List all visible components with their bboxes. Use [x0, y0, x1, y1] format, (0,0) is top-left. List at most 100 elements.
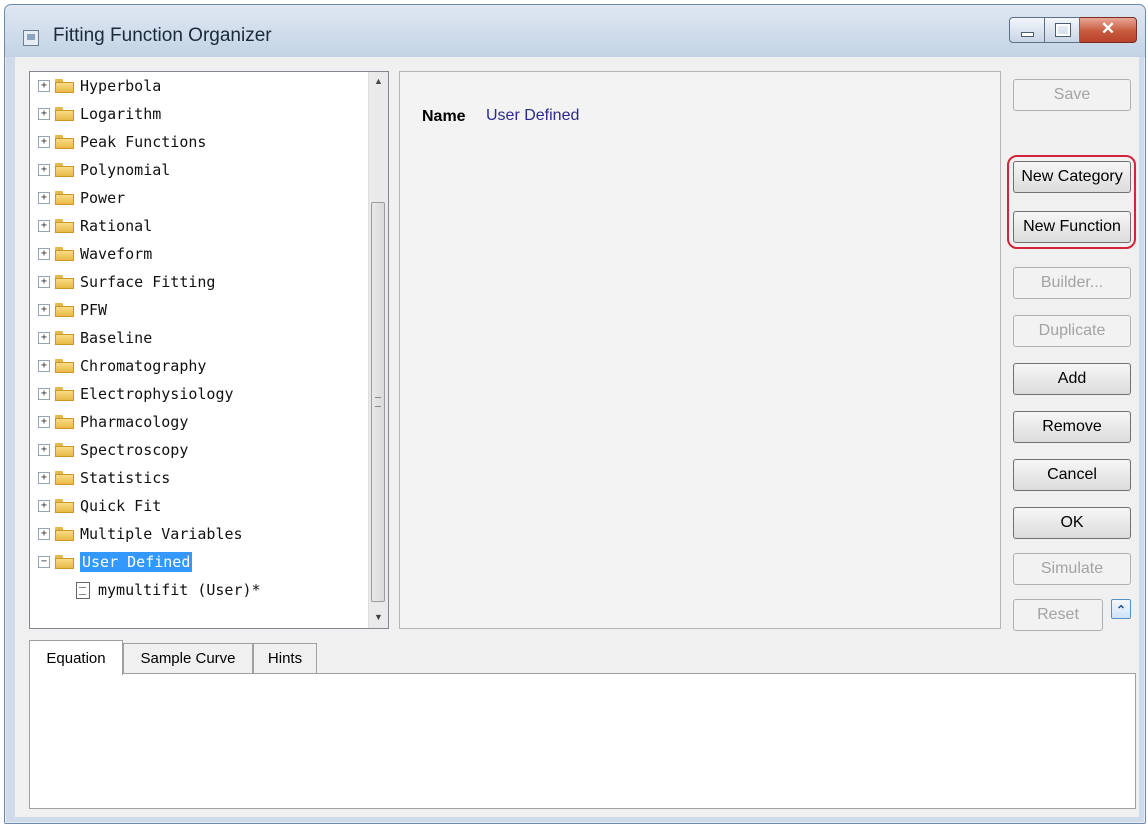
expand-icon[interactable]: + — [38, 528, 50, 540]
folder-icon — [55, 219, 74, 233]
add-button[interactable]: Add — [1013, 363, 1131, 395]
window-title: Fitting Function Organizer — [53, 25, 272, 46]
tree-item-chromatography[interactable]: + Chromatography — [38, 352, 206, 380]
expand-icon[interactable]: + — [38, 332, 50, 344]
folder-icon — [55, 359, 74, 373]
tree-item-peak-functions[interactable]: + Peak Functions — [38, 128, 206, 156]
expand-icon[interactable]: + — [38, 388, 50, 400]
folder-icon — [55, 303, 74, 317]
duplicate-button[interactable]: Duplicate — [1013, 315, 1131, 347]
expand-icon[interactable]: + — [38, 416, 50, 428]
title-bar[interactable]: Fitting Function Organizer ✕ — [5, 5, 1145, 57]
tab-hints[interactable]: Hints — [253, 643, 317, 673]
tree-item-baseline[interactable]: + Baseline — [38, 324, 152, 352]
expand-icon[interactable]: + — [38, 444, 50, 456]
tab-equation[interactable]: Equation — [29, 640, 123, 675]
tree-item-label: Logarithm — [80, 105, 162, 123]
builder-button[interactable]: Builder... — [1013, 267, 1131, 299]
tree-item-pharmacology[interactable]: + Pharmacology — [38, 408, 188, 436]
scroll-up-arrow-icon[interactable]: ▲ — [369, 72, 388, 90]
tree-item-electrophysiology[interactable]: + Electrophysiology — [38, 380, 234, 408]
app-icon — [23, 30, 39, 46]
collapse-icon[interactable]: − — [38, 556, 50, 568]
folder-icon — [55, 107, 74, 121]
tree-item-quick-fit[interactable]: + Quick Fit — [38, 492, 161, 520]
tree-item-label: Peak Functions — [80, 133, 207, 151]
collapse-panel-icon[interactable]: ⌃ — [1111, 599, 1131, 619]
tree-item-label: Electrophysiology — [80, 385, 234, 403]
tree-scrollbar[interactable]: ▲ ▼ — [368, 72, 388, 628]
tree-item-label: Waveform — [80, 245, 153, 263]
tree-item-label: Power — [80, 189, 126, 207]
close-icon: ✕ — [1100, 19, 1116, 38]
folder-icon — [55, 527, 74, 541]
folder-icon — [55, 191, 74, 205]
folder-icon — [55, 387, 74, 401]
folder-icon — [55, 79, 74, 93]
tree-item-label: User Defined — [80, 552, 193, 572]
tree-list: + Hyperbola + Logarithm + Peak Functions + P… — [30, 72, 368, 628]
detail-panel: Name User Defined — [399, 71, 1001, 629]
tree-item-user-defined[interactable]: − User Defined — [38, 548, 193, 576]
document-icon — [76, 581, 90, 599]
remove-button[interactable]: Remove — [1013, 411, 1131, 443]
tree-item-multiple-variables[interactable]: + Multiple Variables — [38, 520, 243, 548]
caption-buttons: ✕ — [1009, 17, 1137, 43]
folder-icon — [55, 415, 74, 429]
minimize-button[interactable] — [1009, 17, 1045, 43]
tree-item-statistics[interactable]: + Statistics — [38, 464, 170, 492]
expand-icon[interactable]: + — [38, 500, 50, 512]
highlight-outline — [1007, 155, 1136, 249]
tree-item-label: Polynomial — [80, 161, 171, 179]
ok-button[interactable]: OK — [1013, 507, 1131, 539]
expand-icon[interactable]: + — [38, 164, 50, 176]
simulate-button[interactable]: Simulate — [1013, 553, 1131, 585]
close-button[interactable]: ✕ — [1080, 17, 1137, 43]
save-button[interactable]: Save — [1013, 79, 1131, 111]
folder-icon — [55, 443, 74, 457]
scroll-down-arrow-icon[interactable]: ▼ — [369, 608, 388, 626]
expand-icon[interactable]: + — [38, 136, 50, 148]
expand-icon[interactable]: + — [38, 108, 50, 120]
tree-item-spectroscopy[interactable]: + Spectroscopy — [38, 436, 188, 464]
tree-item-polynomial[interactable]: + Polynomial — [38, 156, 170, 184]
folder-icon — [55, 135, 74, 149]
tree-item-logarithm[interactable]: + Logarithm — [38, 100, 161, 128]
folder-icon — [55, 331, 74, 345]
grip-icon — [375, 397, 381, 407]
tree-item-pfw[interactable]: + PFW — [38, 296, 107, 324]
tree-item-label: Multiple Variables — [80, 525, 243, 543]
expand-icon[interactable]: + — [38, 304, 50, 316]
expand-icon[interactable]: + — [38, 472, 50, 484]
expand-icon[interactable]: + — [38, 360, 50, 372]
tree-item-label: Pharmacology — [80, 413, 189, 431]
folder-icon — [55, 247, 74, 261]
tree-item-rational[interactable]: + Rational — [38, 212, 152, 240]
folder-icon — [55, 471, 74, 485]
tree-item-mymultifit[interactable]: mymultifit (User)* — [76, 576, 261, 604]
open-folder-icon — [55, 555, 74, 569]
expand-icon[interactable]: + — [38, 192, 50, 204]
expand-icon[interactable]: + — [38, 248, 50, 260]
expand-icon[interactable]: + — [38, 80, 50, 92]
folder-icon — [55, 499, 74, 513]
scrollbar-thumb[interactable] — [371, 202, 385, 602]
tree-item-label: Statistics — [80, 469, 171, 487]
fitting-function-organizer-window: Fitting Function Organizer ✕ + Hyperbola … — [4, 4, 1146, 824]
tab-sample-curve[interactable]: Sample Curve — [123, 643, 253, 673]
tree-item-power[interactable]: + Power — [38, 184, 125, 212]
cancel-button[interactable]: Cancel — [1013, 459, 1131, 491]
reset-button[interactable]: Reset — [1013, 599, 1103, 631]
tree-item-label: Hyperbola — [80, 77, 162, 95]
tree-item-waveform[interactable]: + Waveform — [38, 240, 152, 268]
folder-icon — [55, 275, 74, 289]
tree-item-label: PFW — [80, 301, 108, 319]
expand-icon[interactable]: + — [38, 220, 50, 232]
maximize-button[interactable] — [1045, 17, 1080, 43]
tree-item-label: Rational — [80, 217, 153, 235]
tree-item-surface-fitting[interactable]: + Surface Fitting — [38, 268, 215, 296]
tree-item-hyperbola[interactable]: + Hyperbola — [38, 72, 161, 100]
function-tree[interactable]: + Hyperbola + Logarithm + Peak Functions + P… — [29, 71, 389, 629]
expand-icon[interactable]: + — [38, 276, 50, 288]
tree-item-label: Spectroscopy — [80, 441, 189, 459]
